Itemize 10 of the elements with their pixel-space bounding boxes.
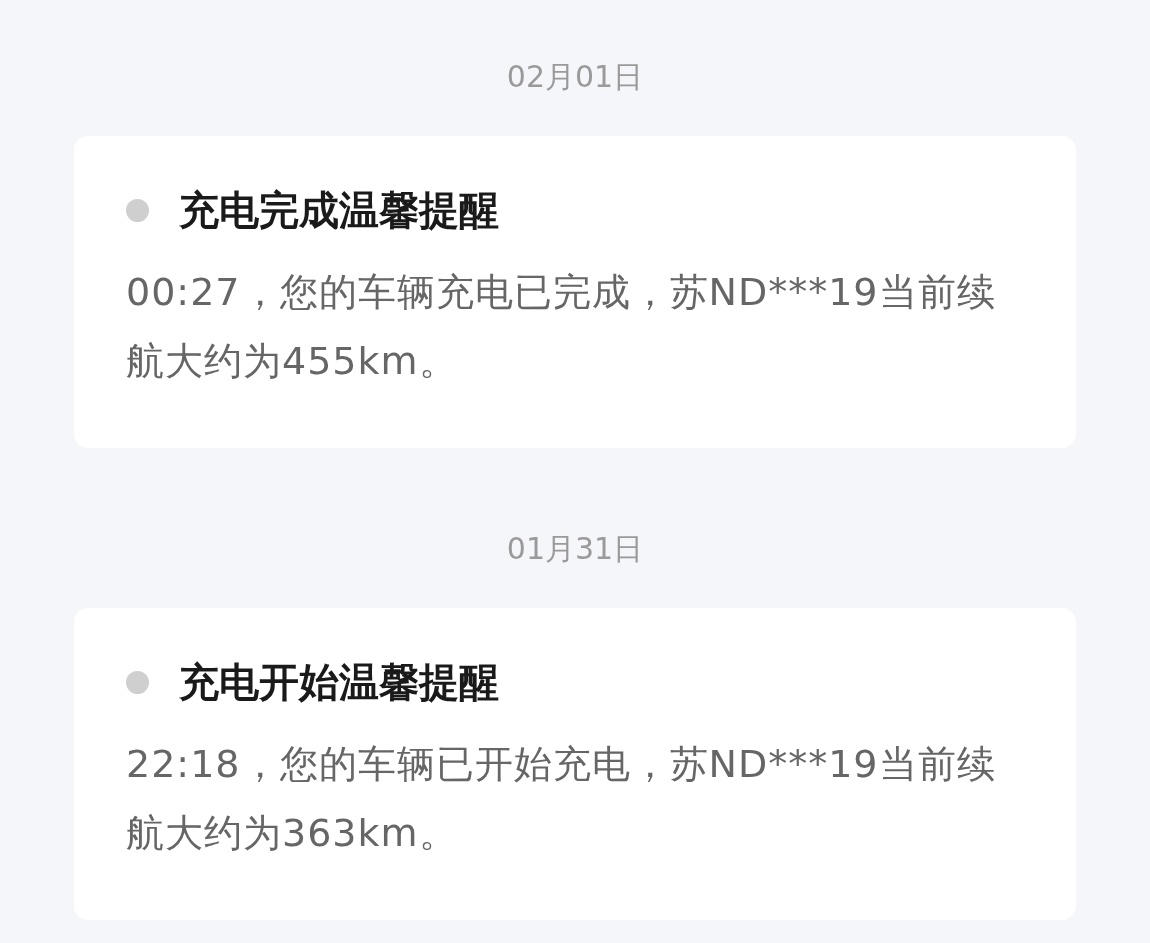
notification-text: 22:18，您的车辆已开始充电，苏ND***19当前续航大约为363km。 [126, 741, 997, 857]
date-label: 01月31日 [506, 530, 644, 568]
dot-icon [126, 198, 149, 222]
notification-title: 充电开始温馨提醒 [179, 658, 499, 707]
notification-title: 充电完成温馨提醒 [179, 186, 499, 235]
notification-text: 00:27，您的车辆充电已完成，苏ND***19当前续航大约为455km。 [126, 269, 997, 385]
dot-icon [126, 670, 149, 694]
date-label: 02月01日 [506, 58, 644, 96]
notification-card[interactable]: 充电完成温馨提醒 00:27，您的车辆充电已完成，苏ND***19当前续航大约为455km。 [74, 136, 1076, 448]
notification-card[interactable]: 充电开始温馨提醒 22:18，您的车辆已开始充电，苏ND***19当前续航大约为363km。 [74, 608, 1076, 920]
